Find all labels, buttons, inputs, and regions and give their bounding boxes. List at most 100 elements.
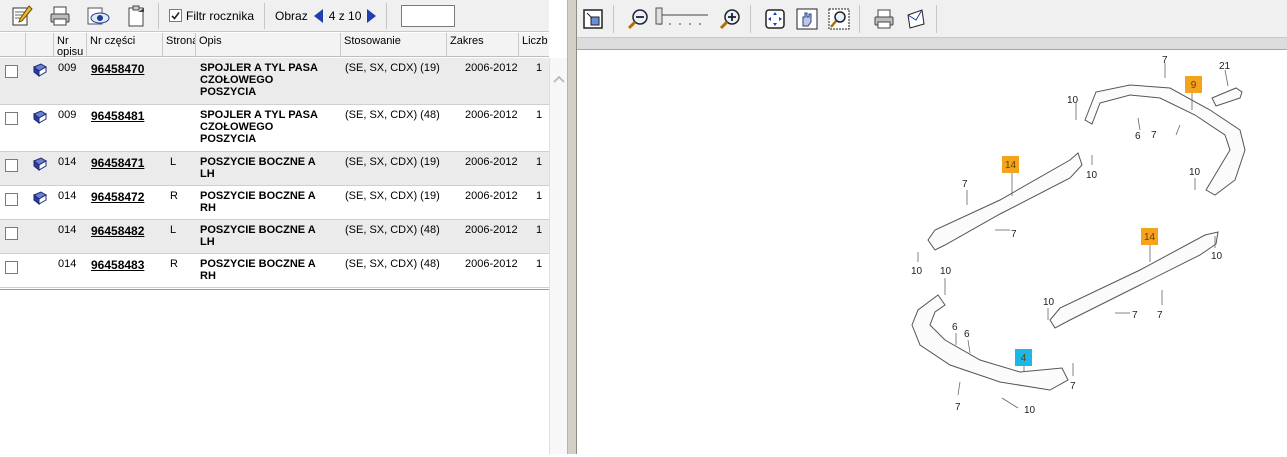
row-application: (SE, SX, CDX) (19): [345, 62, 440, 74]
header-zakres[interactable]: Zakres: [447, 33, 519, 57]
row-nr-opisu: 014: [58, 258, 77, 270]
exploded-parts-diagram[interactable]: 9 14 14 4 7 21 10 6 7 10 10 7 7 10 10 10 10 7 7 6 6 7 7 10: [577, 51, 1287, 454]
part-reference-number: 10: [1189, 167, 1201, 178]
zoom-out-icon: [627, 8, 648, 29]
table-row[interactable]: 014 96458472 R POSZYCIE BOCZNE A RH (SE, SX, …: [0, 186, 549, 220]
pan-button[interactable]: [793, 5, 821, 33]
header-liczba[interactable]: Liczb: [519, 33, 549, 57]
book-icon[interactable]: [32, 62, 48, 81]
row-part-number[interactable]: 96458472: [91, 191, 144, 203]
callout-number[interactable]: 14: [1005, 160, 1017, 171]
toolbar-separator: [859, 4, 860, 33]
pane-splitter[interactable]: [567, 0, 577, 454]
table-row[interactable]: 014 96458482 L POSZYCIE BOCZNE A LH (SE, SX, …: [0, 220, 549, 254]
row-checkbox[interactable]: [5, 112, 18, 125]
callout-badge[interactable]: 9: [1185, 76, 1202, 93]
row-description-line: POSZYCIA: [200, 86, 257, 98]
row-nr-opisu: 009: [58, 62, 77, 74]
row-quantity: 1: [536, 109, 543, 121]
zoom-slider[interactable]: [654, 5, 712, 33]
row-nr-opisu: 014: [58, 156, 77, 168]
header-nr-czesci[interactable]: Nr części: [87, 33, 163, 57]
zoom-out-button[interactable]: [624, 5, 652, 33]
row-range: 2006-2012: [465, 190, 518, 202]
header-stosowanie[interactable]: Stosowanie: [341, 33, 447, 57]
export-button[interactable]: [120, 1, 152, 31]
callout-number[interactable]: 14: [1144, 232, 1156, 243]
row-part-number[interactable]: 96458483: [91, 259, 144, 271]
image-number-input[interactable]: [401, 4, 456, 27]
callout-number[interactable]: 4: [1021, 353, 1027, 364]
toolbar-separator: [158, 2, 159, 29]
clip-part: [1211, 87, 1243, 107]
table-row[interactable]: 009 96458481 SPOJLER A TYL PASA CZOŁOWEGO PO…: [0, 105, 549, 152]
row-part-number[interactable]: 96458481: [91, 110, 144, 122]
parts-table: 009 96458470 SPOJLER A TYL PASA CZOŁOWEGO PO…: [0, 58, 549, 290]
header-strona[interactable]: Strona: [163, 33, 196, 57]
callout-badge[interactable]: 14: [1141, 228, 1158, 245]
book-icon[interactable]: [32, 190, 48, 209]
center-view-button[interactable]: [761, 5, 789, 33]
zoom-area-icon: [828, 8, 850, 29]
row-side: R: [170, 258, 178, 270]
print-button[interactable]: [44, 1, 76, 31]
edit-button[interactable]: [6, 1, 38, 31]
year-filter-checkbox[interactable]: [169, 9, 182, 22]
parts-list-scrollbar[interactable]: [549, 58, 567, 454]
header-opis[interactable]: Opis: [196, 33, 341, 57]
part-reference-number: 7: [1070, 381, 1076, 392]
row-application: (SE, SX, CDX) (19): [345, 190, 440, 202]
next-image-icon[interactable]: [367, 8, 377, 23]
part-reference-number: 10: [1086, 170, 1098, 181]
part-reference-number: 10: [940, 266, 952, 277]
part-reference-number: 21: [1219, 61, 1231, 72]
fit-window-icon: [583, 8, 603, 29]
part-reference-number: 10: [1043, 297, 1055, 308]
table-row[interactable]: 014 96458483 R POSZYCIE BOCZNE A RH (SE, SX, …: [0, 254, 549, 288]
header-nr-opisu[interactable]: Nr opisu: [54, 33, 87, 57]
bumper-spoiler-diagram[interactable]: 914144 721106 710 107710 1010107 76677 10: [577, 51, 1287, 454]
image-navigator: Obraz 4 z 10: [271, 8, 380, 23]
row-checkbox[interactable]: [5, 261, 18, 274]
fit-window-button[interactable]: [579, 5, 607, 33]
part-reference-number: 6: [964, 329, 970, 340]
zoom-in-icon: [719, 8, 740, 29]
zoom-area-button[interactable]: [825, 5, 853, 33]
row-range: 2006-2012: [465, 62, 518, 74]
callout-badge[interactable]: 4: [1015, 349, 1032, 366]
year-filter-label: Filtr rocznika: [186, 8, 255, 23]
table-row[interactable]: 014 96458471 L POSZYCIE BOCZNE A LH (SE, SX, …: [0, 152, 549, 186]
send-button[interactable]: [902, 5, 930, 33]
row-side: L: [170, 156, 177, 168]
print-diagram-button[interactable]: [870, 5, 898, 33]
part-reference-number: 6: [1135, 131, 1141, 142]
part-reference-number: 10: [1024, 405, 1036, 416]
book-icon[interactable]: [32, 156, 48, 175]
row-checkbox[interactable]: [5, 65, 18, 78]
row-application: (SE, SX, CDX) (48): [345, 258, 440, 270]
year-filter[interactable]: Filtr rocznika: [165, 1, 258, 31]
image-page-indicator: 4 z 10: [328, 8, 362, 23]
check-icon: [171, 12, 180, 20]
row-part-number[interactable]: 96458482: [91, 225, 144, 237]
row-description-line: RH: [200, 270, 216, 282]
part-reference-number: 7: [962, 179, 968, 190]
callout-number[interactable]: 9: [1191, 80, 1197, 91]
toolbar-separator: [386, 2, 388, 29]
row-part-number[interactable]: 96458470: [91, 63, 144, 75]
row-checkbox[interactable]: [5, 159, 18, 172]
row-part-number[interactable]: 96458471: [91, 157, 144, 169]
row-checkbox[interactable]: [5, 193, 18, 206]
table-row[interactable]: 009 96458470 SPOJLER A TYL PASA CZOŁOWEGO PO…: [0, 58, 549, 105]
print-icon: [50, 6, 70, 25]
preview-button[interactable]: [82, 1, 114, 31]
book-icon[interactable]: [32, 109, 48, 128]
row-checkbox[interactable]: [5, 227, 18, 240]
row-description-line: LH: [200, 168, 215, 180]
part-reference-number: 10: [911, 266, 923, 277]
zoom-in-button[interactable]: [716, 5, 744, 33]
scroll-up-icon[interactable]: [550, 72, 568, 86]
table-bottom-border: [0, 289, 549, 290]
callout-badge[interactable]: 14: [1002, 156, 1019, 173]
previous-image-icon[interactable]: [313, 8, 323, 23]
